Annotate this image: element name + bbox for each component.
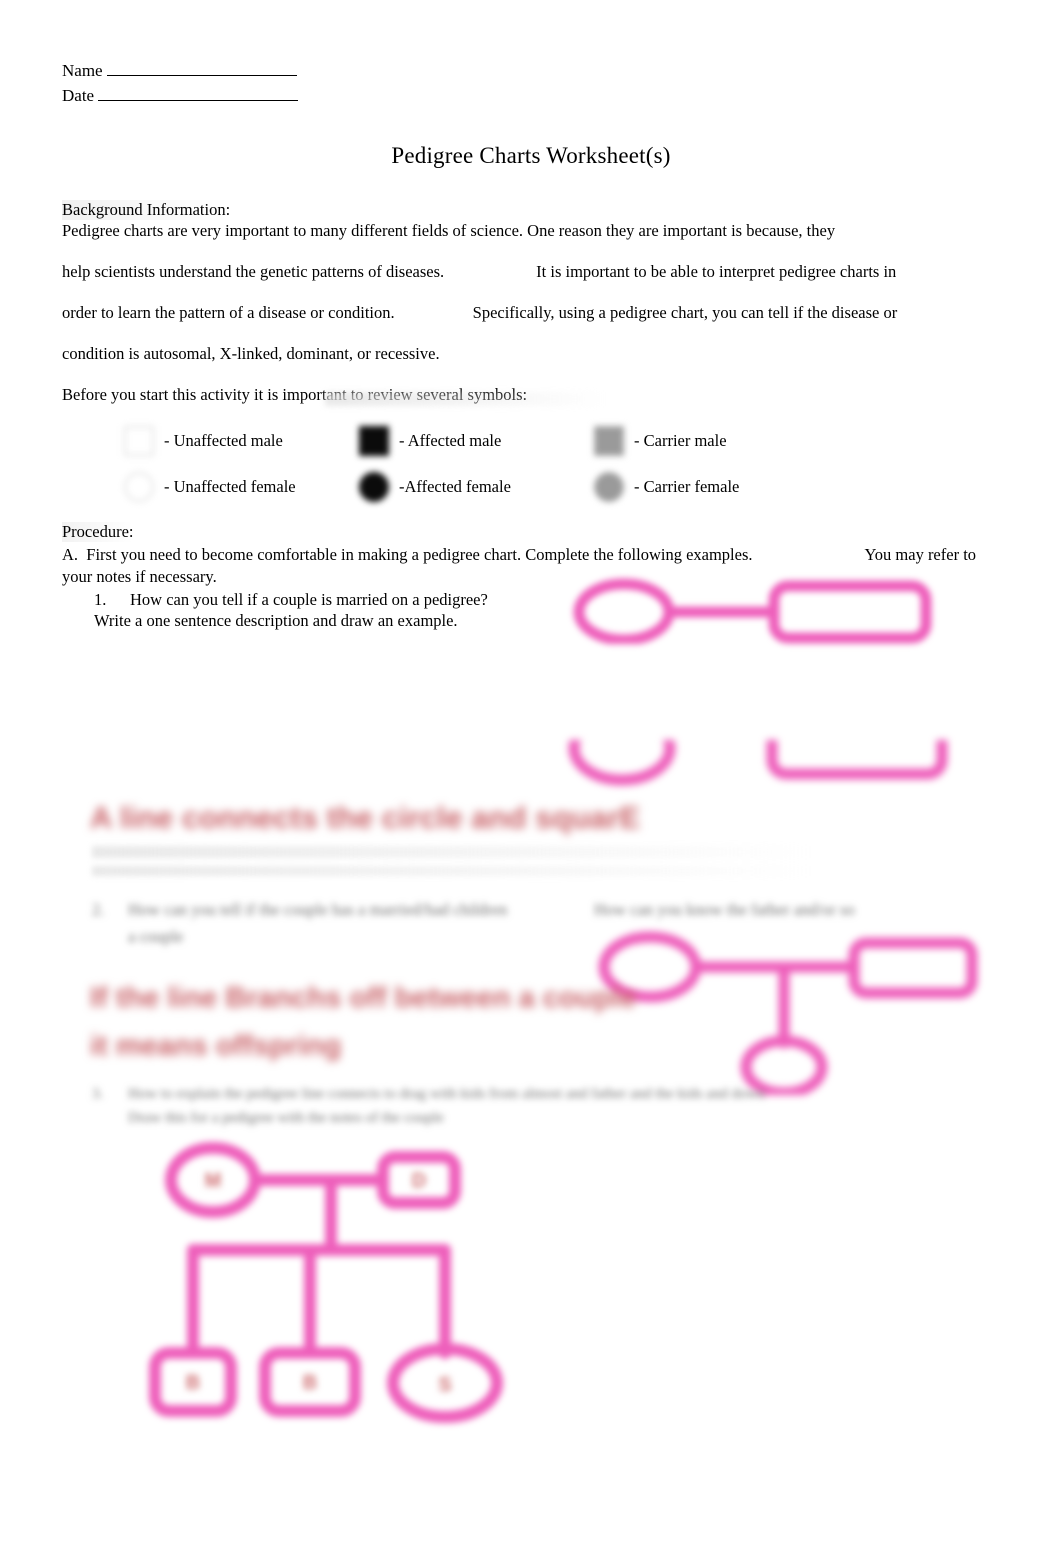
- background-information-section: Background Information: Pedigree charts …: [62, 200, 962, 364]
- procedure-heading: Procedure:: [62, 522, 1002, 542]
- handwritten-answer-1: A line connects the circle and squarE: [90, 800, 641, 835]
- legend-label: - Carrier female: [634, 477, 740, 496]
- affected-male-square-icon: [359, 426, 389, 456]
- legend-carrier-female: - Carrier female: [594, 472, 894, 502]
- female-circle-shape: [573, 578, 675, 644]
- legend-affected-male: - Affected male: [359, 426, 594, 456]
- drawing-couple-with-child: [598, 931, 978, 1095]
- name-blank-line[interactable]: [106, 63, 297, 76]
- legend-label: - Carrier male: [634, 431, 727, 450]
- background-line-2: help scientists understand the genetic p…: [62, 262, 962, 282]
- affected-female-circle-icon: [359, 472, 389, 502]
- question-2-text: How can you tell if the couple has a mar…: [128, 900, 508, 919]
- name-label: Name: [62, 61, 103, 80]
- child-2-label: B: [303, 1372, 317, 1394]
- date-label: Date: [62, 86, 95, 105]
- partial-circle-shape: [568, 740, 676, 786]
- procedure-heading-text: Procedure:: [62, 522, 134, 542]
- question-1-number: 1.: [94, 590, 107, 609]
- drawing-married-couple: [573, 578, 932, 644]
- question-2-trailing-text: How can you know the father and/or so: [594, 900, 855, 919]
- background-line-2a: help scientists understand the genetic p…: [62, 262, 445, 281]
- name-date-header: Name Date: [62, 58, 299, 108]
- name-row: Name: [62, 58, 298, 83]
- legend-label: - Unaffected female: [164, 477, 296, 496]
- background-line-4-text: condition is autosomal, X-linked, domina…: [62, 344, 440, 363]
- drawing-family-three-children: M D B B S: [149, 1142, 503, 1423]
- carrier-female-circle-icon: [594, 472, 624, 502]
- question-2: 2. How can you tell if the couple has a m…: [92, 900, 507, 920]
- worksheet-page: Name Date Pedigree Charts Worksheet(s) B…: [0, 0, 1062, 1561]
- child-3-label: S: [438, 1374, 451, 1396]
- legend-affected-female: -Affected female: [359, 472, 594, 502]
- procedure-item-a: A. First you need to become comfortable …: [62, 545, 1002, 565]
- legend-label: -Affected female: [399, 477, 511, 496]
- procedure-item-a-part2: You may refer to: [864, 545, 977, 564]
- legend-label: - Unaffected male: [164, 431, 283, 450]
- smudge-band: [92, 866, 812, 876]
- father-label: D: [412, 1170, 426, 1192]
- smudge-band: [325, 392, 605, 406]
- carrier-male-square-icon: [594, 426, 624, 456]
- legend-row-female: - Unaffected female -Affected female - C…: [62, 464, 962, 510]
- text-gap: [444, 262, 536, 282]
- mother-label: M: [205, 1170, 222, 1192]
- question-3-number: 3.: [92, 1086, 104, 1102]
- question-3-subtext: Draw this for a pedigree with the notes …: [128, 1110, 444, 1126]
- question-2-subtext: a couple: [128, 927, 184, 946]
- handwritten-answer-2-line-1: If the line Branchs off between a couple: [90, 982, 637, 1014]
- male-square-shape: [768, 580, 932, 644]
- question-3: 3. How to explain the pedigree line conne…: [92, 1086, 765, 1103]
- father-square-shape: [848, 937, 978, 999]
- symbols-legend: - Unaffected male - Affected male - Carr…: [62, 418, 962, 510]
- question-2-number: 2.: [92, 900, 105, 919]
- date-row: Date: [62, 83, 299, 108]
- background-line-1: Pedigree charts are very important to ma…: [62, 221, 836, 240]
- date-blank-line[interactable]: [98, 88, 299, 101]
- legend-unaffected-male: - Unaffected male: [62, 426, 359, 456]
- drawing-partial-cutoff: [568, 740, 948, 786]
- page-title: Pedigree Charts Worksheet(s): [391, 143, 671, 168]
- background-line-3b: Specifically, using a pedigree chart, yo…: [472, 303, 898, 322]
- child-1-label: B: [186, 1372, 200, 1394]
- background-line-3: order to learn the pattern of a disease …: [62, 303, 962, 323]
- unaffected-female-circle-icon: [124, 472, 154, 502]
- handwritten-answer-2-line-2: it means offspring: [90, 1030, 342, 1062]
- background-heading-text: Background Information:: [62, 200, 231, 220]
- background-line-4: condition is autosomal, X-linked, domina…: [62, 344, 962, 364]
- question-1-text: How can you tell if a couple is married …: [130, 590, 488, 609]
- text-gap: [395, 303, 473, 323]
- legend-carrier-male: - Carrier male: [594, 426, 894, 456]
- question-3-text: How to explain the pedigree line connect…: [128, 1086, 765, 1102]
- background-line-2b: It is important to be able to interpret …: [536, 262, 897, 281]
- legend-unaffected-female: - Unaffected female: [62, 472, 359, 502]
- procedure-item-a-part1: A. First you need to become comfortable …: [62, 545, 753, 564]
- partial-square-shape: [766, 740, 948, 780]
- smudge-band: [92, 846, 812, 858]
- unaffected-male-square-icon: [124, 426, 154, 456]
- legend-label: - Affected male: [399, 431, 502, 450]
- legend-row-male: - Unaffected male - Affected male - Carr…: [62, 418, 962, 464]
- text-gap: [753, 545, 865, 565]
- background-heading: Background Information:: [62, 200, 962, 220]
- background-line-3a: order to learn the pattern of a disease …: [62, 303, 395, 322]
